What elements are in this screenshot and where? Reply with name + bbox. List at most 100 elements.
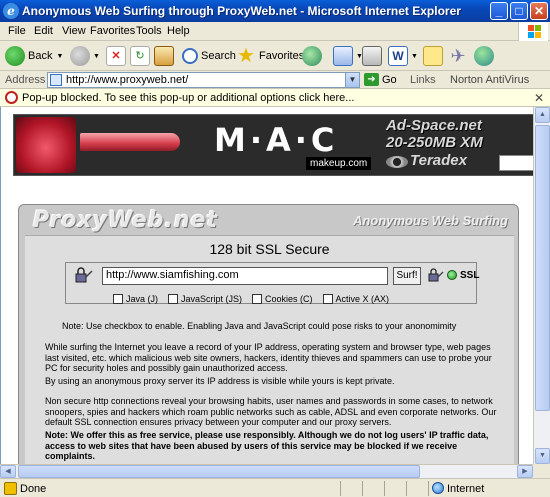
print-icon <box>362 46 382 66</box>
java-label: Java (J) <box>126 294 159 304</box>
scroll-left-icon[interactable]: ◀ <box>0 465 16 478</box>
eye-icon <box>386 156 408 168</box>
menu-bar: File Edit View Favorites Tools Help <box>0 22 550 41</box>
scroll-up-icon[interactable]: ▲ <box>535 107 550 123</box>
norton-antivirus-button[interactable]: Norton AntiVirus <box>450 74 529 86</box>
scroll-thumb[interactable] <box>535 125 550 411</box>
home-button[interactable] <box>154 44 177 68</box>
cookies-label: Cookies (C) <box>265 294 313 304</box>
status-divider <box>428 481 429 496</box>
activex-label: Active X (AX) <box>335 294 390 304</box>
address-input[interactable]: http://www.proxyweb.net/ ▼ <box>47 72 360 88</box>
vertical-scrollbar[interactable]: ▲ ▼ <box>533 107 550 464</box>
status-text: Done <box>20 483 47 495</box>
lock-icon <box>428 268 444 282</box>
teradex-label: Teradex <box>410 152 467 169</box>
close-icon[interactable]: ✕ <box>534 91 544 105</box>
chevron-down-icon[interactable]: ▼ <box>345 73 359 87</box>
back-arrow-icon <box>5 46 25 66</box>
edit-button[interactable]: W ▼ <box>388 44 418 68</box>
ssl-label: SSL <box>460 269 480 281</box>
mail-button[interactable]: ▼ <box>333 44 363 68</box>
word-edit-icon: W <box>388 46 408 66</box>
option-checkboxes: Java (J) JavaScript (JS) Cookies (C) Act… <box>113 294 399 304</box>
forward-button[interactable]: ▼ <box>70 44 100 68</box>
checkbox-box[interactable] <box>113 294 123 304</box>
scroll-thumb[interactable] <box>18 465 420 478</box>
menu-favorites[interactable]: Favorites <box>90 25 135 37</box>
info-paragraph-3: Non secure http connections reveal your … <box>45 396 497 427</box>
go-label: Go <box>382 73 397 86</box>
scroll-down-icon[interactable]: ▼ <box>535 448 550 464</box>
links-button[interactable]: Links <box>410 74 436 86</box>
close-button[interactable]: ✕ <box>530 2 548 20</box>
status-divider <box>384 481 385 496</box>
refresh-button[interactable]: ↻ <box>130 44 153 68</box>
horizontal-scrollbar[interactable]: ◀ ▶ <box>0 464 533 478</box>
go-arrow-icon: ➜ <box>364 73 379 86</box>
java-checkbox[interactable]: Java (J) <box>113 294 158 304</box>
home-icon <box>154 46 174 66</box>
chevron-down-icon: ▼ <box>411 52 418 60</box>
search-button[interactable]: Search <box>182 44 236 68</box>
popup-blocked-bar[interactable]: Pop-up blocked. To see this pop-up or ad… <box>0 89 550 107</box>
page-done-icon <box>4 482 17 495</box>
checkbox-box[interactable] <box>168 294 179 304</box>
go-button[interactable]: ➜ Go <box>364 73 397 86</box>
popup-message: Pop-up blocked. To see this pop-up or ad… <box>22 92 355 104</box>
refresh-icon: ↻ <box>130 46 150 66</box>
maximize-button[interactable]: □ <box>510 2 528 20</box>
info-paragraph-2: By using an anonymous proxy server its I… <box>45 376 395 386</box>
address-bar: Address http://www.proxyweb.net/ ▼ ➜ Go … <box>0 71 550 89</box>
ssl-radio[interactable] <box>447 270 457 280</box>
ssl-heading: 128 bit SSL Secure <box>209 241 330 257</box>
stop-button[interactable]: ✕ <box>106 44 129 68</box>
stop-icon: ✕ <box>106 46 126 66</box>
scroll-right-icon[interactable]: ▶ <box>517 465 533 478</box>
toolbar: Back ▼ ▼ ✕ ↻ Search ★ Favorites ▼ W ▼ ✈ <box>0 41 550 71</box>
back-label: Back <box>28 50 53 62</box>
proxyweb-logo: ProxyWeb.net <box>33 208 218 233</box>
history-button[interactable] <box>302 44 325 68</box>
ssl-toggle[interactable]: SSL <box>428 268 479 282</box>
page-icon <box>50 74 62 86</box>
star-icon: ★ <box>237 45 255 67</box>
ad-search-input[interactable] <box>499 155 533 171</box>
activex-checkbox[interactable]: Active X (AX) <box>322 294 390 304</box>
surf-button[interactable]: Surf! <box>393 267 421 285</box>
favorites-button[interactable]: ★ Favorites <box>236 44 304 68</box>
back-button[interactable]: Back ▼ <box>5 44 63 68</box>
lipstick-image <box>80 133 180 151</box>
address-label: Address <box>5 74 46 86</box>
note-icon <box>423 46 443 66</box>
checkbox-note: Note: Use checkbox to enable. Enabling J… <box>62 321 457 331</box>
research-button[interactable]: ✈ <box>448 44 471 68</box>
status-bar: Done Internet <box>0 478 550 497</box>
javascript-checkbox[interactable]: JavaScript (JS) <box>168 294 242 304</box>
menu-help[interactable]: Help <box>167 25 190 37</box>
status-divider <box>362 481 363 496</box>
lock-icon <box>75 267 93 283</box>
proxy-panel: ProxyWeb.net Anonymous Web Surfing 128 b… <box>18 204 519 464</box>
checkbox-box[interactable] <box>322 294 333 304</box>
search-label: Search <box>201 50 236 62</box>
favorites-label: Favorites <box>259 50 305 62</box>
cookies-checkbox[interactable]: Cookies (C) <box>252 294 313 304</box>
forward-arrow-icon <box>70 46 90 66</box>
menu-file[interactable]: File <box>8 25 26 37</box>
menu-view[interactable]: View <box>62 25 86 37</box>
checkbox-box[interactable] <box>252 294 263 304</box>
url-input[interactable]: http://www.siamfishing.com <box>102 267 388 285</box>
discuss-button[interactable] <box>423 44 446 68</box>
menu-tools[interactable]: Tools <box>136 25 162 37</box>
chevron-down-icon: ▼ <box>56 52 64 60</box>
mail-icon <box>333 46 353 66</box>
messenger-button[interactable] <box>474 44 497 68</box>
ad-banner[interactable]: M·A·C makeup.com Ad-Space.net 20-250MB X… <box>13 114 533 176</box>
windows-logo-icon <box>518 22 548 41</box>
free-service-note: Note: We offer this as free service, ple… <box>45 430 489 461</box>
menu-edit[interactable]: Edit <box>34 25 53 37</box>
minimize-button[interactable]: _ <box>490 2 508 20</box>
print-button[interactable] <box>362 44 385 68</box>
messenger-icon <box>474 46 494 66</box>
